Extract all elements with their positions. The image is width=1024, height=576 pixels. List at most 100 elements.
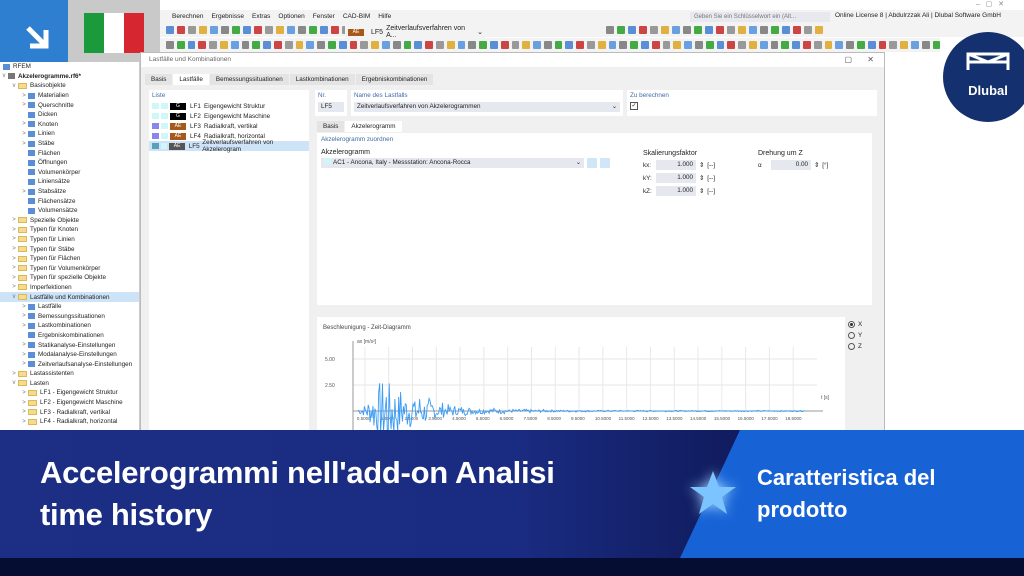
toolbar-icon[interactable] — [425, 41, 433, 49]
toolbar-icon[interactable] — [900, 41, 908, 49]
chevron-right-icon[interactable]: > — [20, 102, 28, 108]
toolbar-icon[interactable] — [263, 41, 271, 49]
radio-circle[interactable] — [848, 320, 855, 328]
toolbar-icon[interactable] — [608, 41, 617, 49]
tab-basis[interactable]: Basis — [145, 74, 173, 85]
toolbar-icon[interactable] — [320, 26, 328, 34]
toolbar-icon[interactable] — [252, 41, 261, 49]
toolbar-icon[interactable] — [630, 41, 639, 49]
toolbar-icon[interactable] — [522, 41, 531, 49]
toolbar-icon[interactable] — [221, 26, 229, 34]
chevron-right-icon[interactable]: > — [20, 93, 28, 99]
toolbar-icon[interactable] — [435, 41, 444, 49]
scale-input[interactable]: 1.000 — [656, 186, 696, 196]
toolbar-icon[interactable] — [210, 26, 218, 34]
chevron-right-icon[interactable]: > — [10, 265, 18, 271]
spinner-icon[interactable]: ⇕ — [699, 162, 704, 169]
toolbar-icon[interactable] — [489, 41, 498, 49]
chevron-right-icon[interactable]: > — [20, 323, 28, 329]
toolbar-icon[interactable] — [683, 26, 691, 34]
toolbar-icon[interactable] — [661, 26, 669, 34]
toolbar-icon[interactable] — [770, 41, 779, 49]
subtab-basis[interactable]: Basis — [317, 121, 345, 132]
chevron-right-icon[interactable]: > — [20, 304, 28, 310]
toolbar-icon[interactable] — [188, 26, 196, 34]
chevron-right-icon[interactable]: > — [20, 390, 28, 396]
radio-y[interactable]: Y — [848, 330, 862, 340]
radio-z[interactable]: Z — [848, 341, 862, 351]
chevron-right-icon[interactable]: > — [20, 352, 28, 358]
close-button[interactable]: ✕ — [867, 53, 874, 67]
toolbar-icon[interactable] — [166, 41, 174, 49]
toolbar-icon[interactable] — [738, 41, 747, 49]
tree-item[interactable]: Dicken — [0, 110, 139, 120]
toolbar-icon[interactable] — [684, 41, 693, 49]
toolbar-icon[interactable] — [565, 41, 574, 49]
tree-item[interactable]: > Materialien — [0, 91, 139, 101]
chevron-right-icon[interactable]: > — [20, 189, 28, 195]
tree-item[interactable]: > Zeitverlaufsanalyse-Einstellungen — [0, 359, 139, 369]
toolbar-icon[interactable] — [392, 41, 401, 49]
toolbar-icon[interactable] — [606, 26, 614, 34]
toolbar-icon[interactable] — [166, 26, 174, 34]
toolbar-icon[interactable] — [587, 41, 595, 49]
tab-lastkombinationen[interactable]: Lastkombinationen — [289, 74, 355, 85]
tree-item[interactable]: > LF1 - Eigengewicht Struktur — [0, 388, 139, 398]
toolbar-icon[interactable] — [414, 41, 423, 49]
toolbar-icon[interactable] — [295, 41, 304, 49]
tree-item[interactable]: > LF2 - Eigengewicht Maschine — [0, 398, 139, 408]
toolbar-icon[interactable] — [360, 41, 369, 49]
loadcase-row[interactable]: AE LF5 Zeitverlaufsverfahren von Akzelerog… — [149, 139, 309, 153]
tree-item[interactable]: > Querschnitte — [0, 100, 139, 110]
tree-item[interactable]: Liniensätze — [0, 177, 139, 187]
toolbar-icon[interactable] — [533, 41, 541, 49]
radio-x[interactable]: X — [848, 319, 862, 329]
tree-item[interactable]: > Stäbe — [0, 139, 139, 149]
loadcase-row[interactable]: G LF1 Eigengewicht Struktur — [149, 101, 309, 111]
tree-item[interactable]: Flächensätze — [0, 196, 139, 206]
toolbar-icon[interactable] — [673, 41, 682, 49]
toolbar-icon[interactable] — [749, 41, 757, 49]
spinner-icon[interactable]: ⇕ — [814, 162, 819, 169]
toolbar-icon[interactable] — [265, 26, 273, 34]
menu-optionen[interactable]: Optionen — [278, 13, 304, 20]
chevron-right-icon[interactable]: > — [20, 121, 28, 127]
toolbar-icon[interactable] — [403, 41, 412, 49]
chevron-down-icon[interactable]: v — [10, 83, 18, 89]
toolbar-icon[interactable] — [857, 41, 865, 49]
toolbar-icon[interactable] — [273, 41, 282, 49]
menu-hilfe[interactable]: Hilfe — [378, 13, 391, 20]
tree-item[interactable]: > Typen für Linien — [0, 235, 139, 245]
tree-item[interactable]: > Typen für Stäbe — [0, 244, 139, 254]
chevron-right-icon[interactable]: > — [20, 141, 28, 147]
scale-input[interactable]: 1.000 — [656, 173, 696, 183]
toolbar-icon[interactable] — [468, 41, 477, 49]
toolbar-icon[interactable] — [921, 41, 930, 49]
toolbar-icon[interactable] — [209, 41, 217, 49]
toolbar-icon[interactable] — [628, 26, 636, 34]
chevron-right-icon[interactable]: > — [10, 217, 18, 223]
toolbar-icon[interactable] — [813, 41, 822, 49]
toolbar-icon[interactable] — [554, 41, 563, 49]
tree-item[interactable]: > LF4 - Radialkraft, horizontal — [0, 417, 139, 427]
toolbar-icon[interactable] — [511, 41, 520, 49]
tree-item[interactable]: > Typen für Flächen — [0, 254, 139, 264]
chevron-down-icon[interactable]: v — [0, 73, 8, 79]
chevron-right-icon[interactable]: > — [20, 409, 28, 415]
toolbar-icon[interactable] — [287, 26, 295, 34]
tab-ergebniskombinationen[interactable]: Ergebniskombinationen — [355, 74, 434, 85]
toolbar-icon[interactable] — [198, 41, 207, 49]
chevron-right-icon[interactable]: > — [20, 419, 28, 425]
tree-item[interactable]: > Bemessungssituationen — [0, 311, 139, 321]
toolbar-icon[interactable] — [543, 41, 552, 49]
toolbar-icon[interactable] — [760, 26, 768, 34]
toolbar-icon[interactable] — [932, 41, 941, 49]
tree-file[interactable]: v Akzelerogramme.rf6* — [0, 72, 139, 82]
toolbar-icon[interactable] — [867, 41, 876, 49]
new-accel-icon[interactable] — [587, 158, 597, 168]
chevron-right-icon[interactable]: > — [20, 400, 28, 406]
spinner-icon[interactable]: ⇕ — [699, 175, 704, 182]
toolbar-icon[interactable] — [792, 41, 801, 49]
toolbar-icon[interactable] — [672, 26, 680, 34]
radio-circle[interactable] — [848, 331, 855, 339]
